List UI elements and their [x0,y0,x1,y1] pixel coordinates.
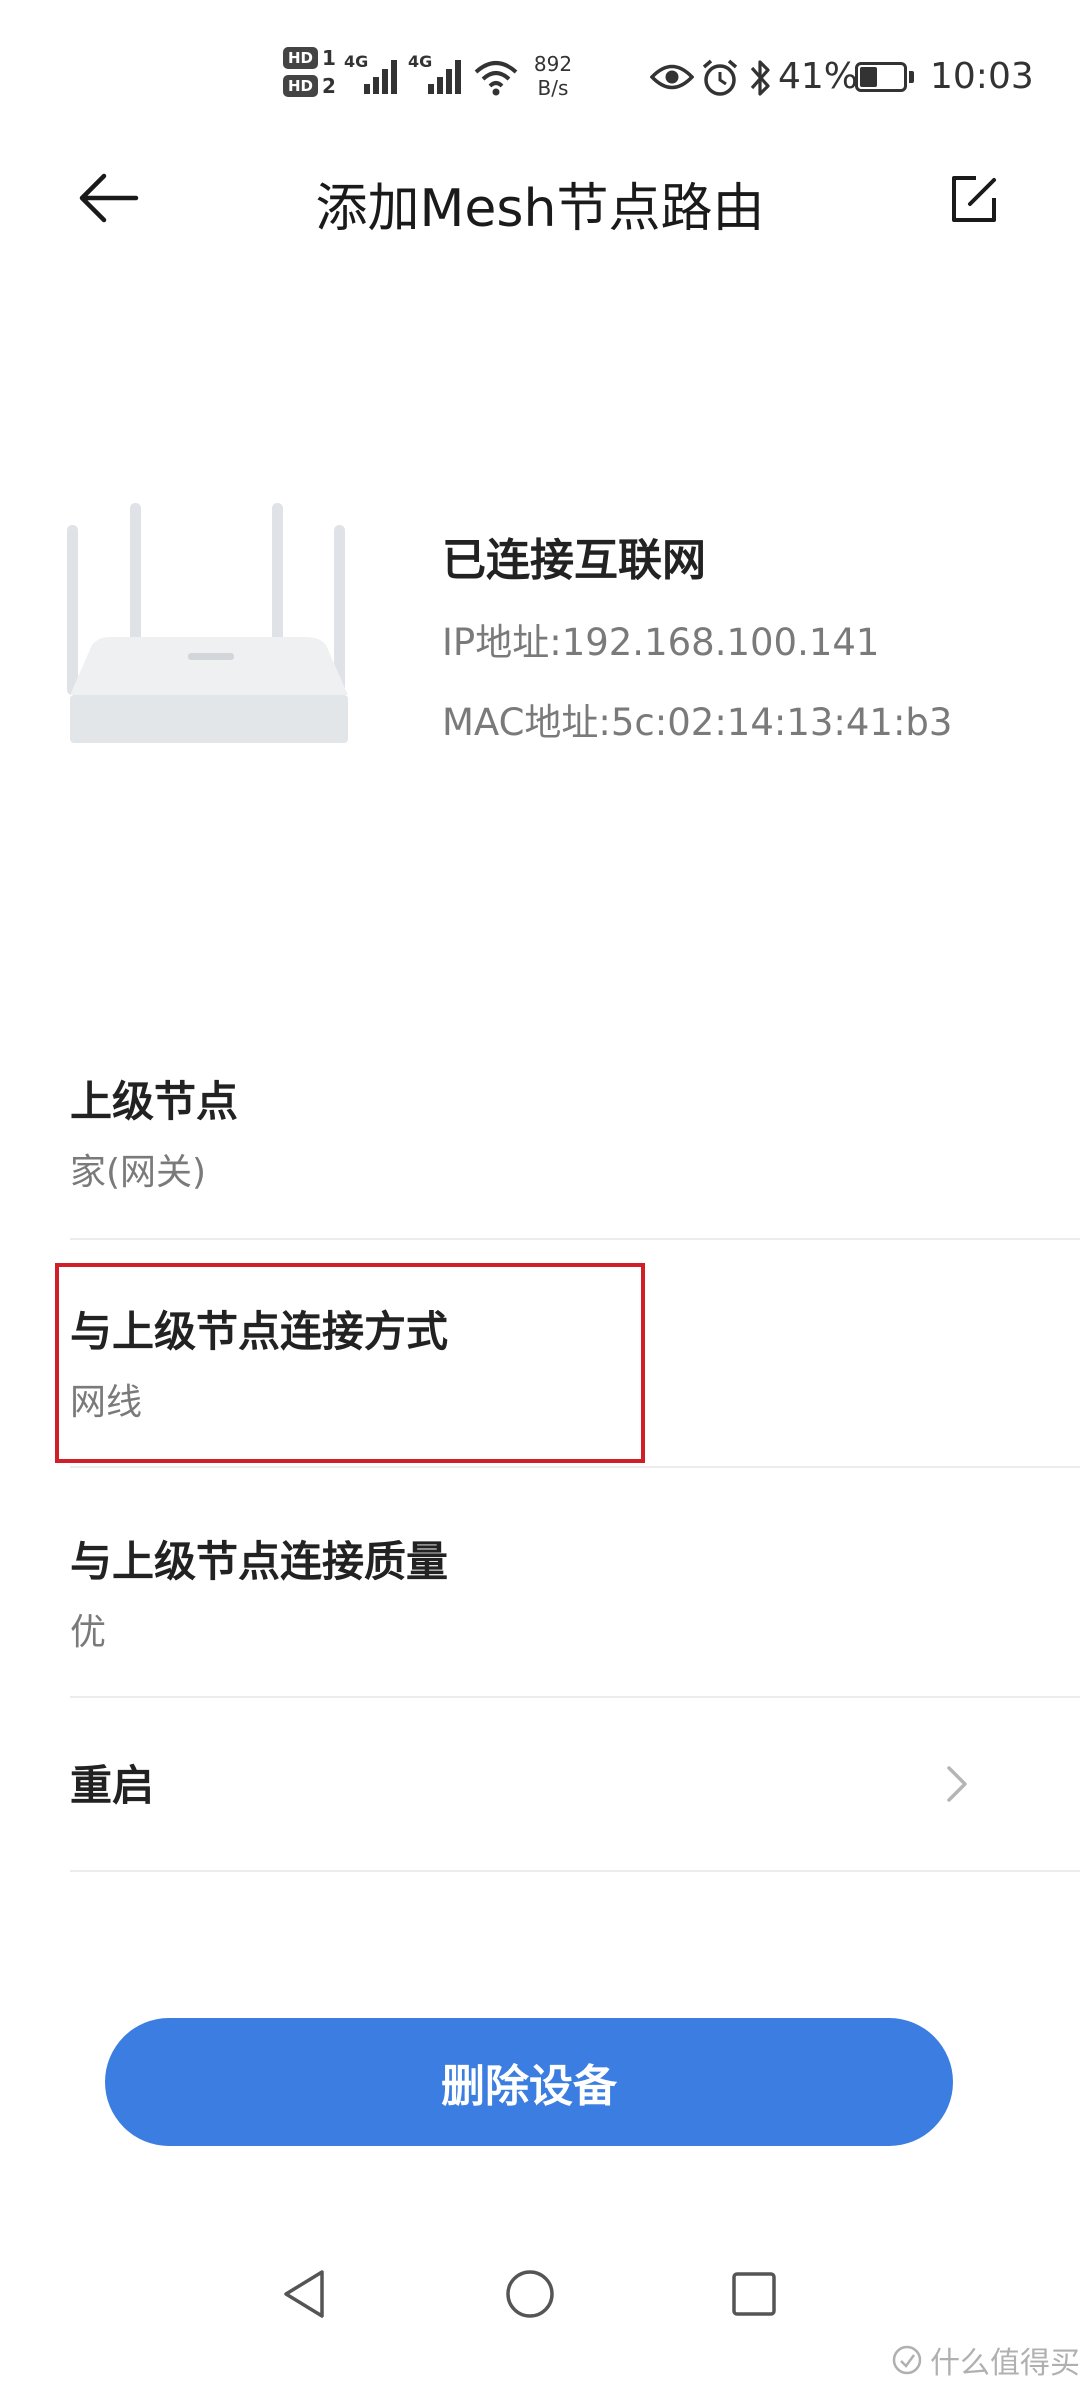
list-item-title: 上级节点 [70,1077,239,1126]
list-item-value: 优 [70,1612,107,1653]
battery-tip [909,71,914,83]
signal-2: 4G [408,52,466,96]
list-item-value: 网线 [70,1382,143,1423]
nav-back-icon[interactable] [280,2268,328,2320]
watermark-logo-icon [892,2345,922,2375]
watermark-text: 什么值得买 [930,2346,1080,2381]
list-item-parent-node: 上级节点 家(网关) [70,1068,1080,1195]
battery-percent: 41% [778,56,859,97]
hd-badge: HD [283,75,319,97]
divider [70,1870,1080,1872]
wifi-icon [474,61,518,96]
speed-value: 892 [533,52,573,76]
battery-fill [860,67,877,87]
ip-address: IP地址:192.168.100.141 [442,621,880,664]
watermark: 什么值得买 [892,2338,1080,2382]
list-item-title: 重启 [70,1761,155,1810]
nav-home-icon[interactable] [504,2268,556,2320]
list-item-title: 与上级节点连接方式 [70,1307,449,1356]
chevron-right-icon [947,1766,967,1802]
mac-address: MAC地址:5c:02:14:13:41:b3 [442,701,953,744]
eye-icon [650,64,694,90]
alarm-icon [702,59,738,96]
signal-1: 4G [344,52,402,96]
divider [70,1238,1080,1240]
signal-strength-icon [364,60,397,94]
list-item-restart[interactable]: 重启 [70,1728,1080,1838]
page-title: 添加Mesh节点路由 [315,179,765,239]
battery-icon [855,62,917,94]
sim-indicators: HD 1 HD 2 [283,46,336,98]
nav-recents-icon[interactable] [730,2270,778,2318]
bluetooth-icon [750,60,770,96]
network-speed: 892 B/s [520,52,586,100]
delete-device-button[interactable]: 删除设备 [105,2018,953,2146]
list-item-connection-method: 与上级节点连接方式 网线 [70,1298,1080,1425]
divider [70,1466,1080,1468]
clock: 10:03 [930,56,1034,97]
hd-badge: HD [283,47,319,69]
list-item-connection-quality: 与上级节点连接质量 优 [70,1528,1080,1655]
divider [70,1696,1080,1698]
sim-number: 2 [322,74,336,98]
list-item-title: 与上级节点连接质量 [70,1537,449,1586]
list-item-value: 家(网关) [70,1152,207,1193]
connection-status: 已连接互联网 [442,535,706,586]
router-image [67,503,348,743]
signal-strength-icon [428,60,461,94]
edit-icon[interactable] [948,174,1000,226]
speed-unit: B/s [537,76,569,100]
sim-number: 1 [322,46,336,70]
